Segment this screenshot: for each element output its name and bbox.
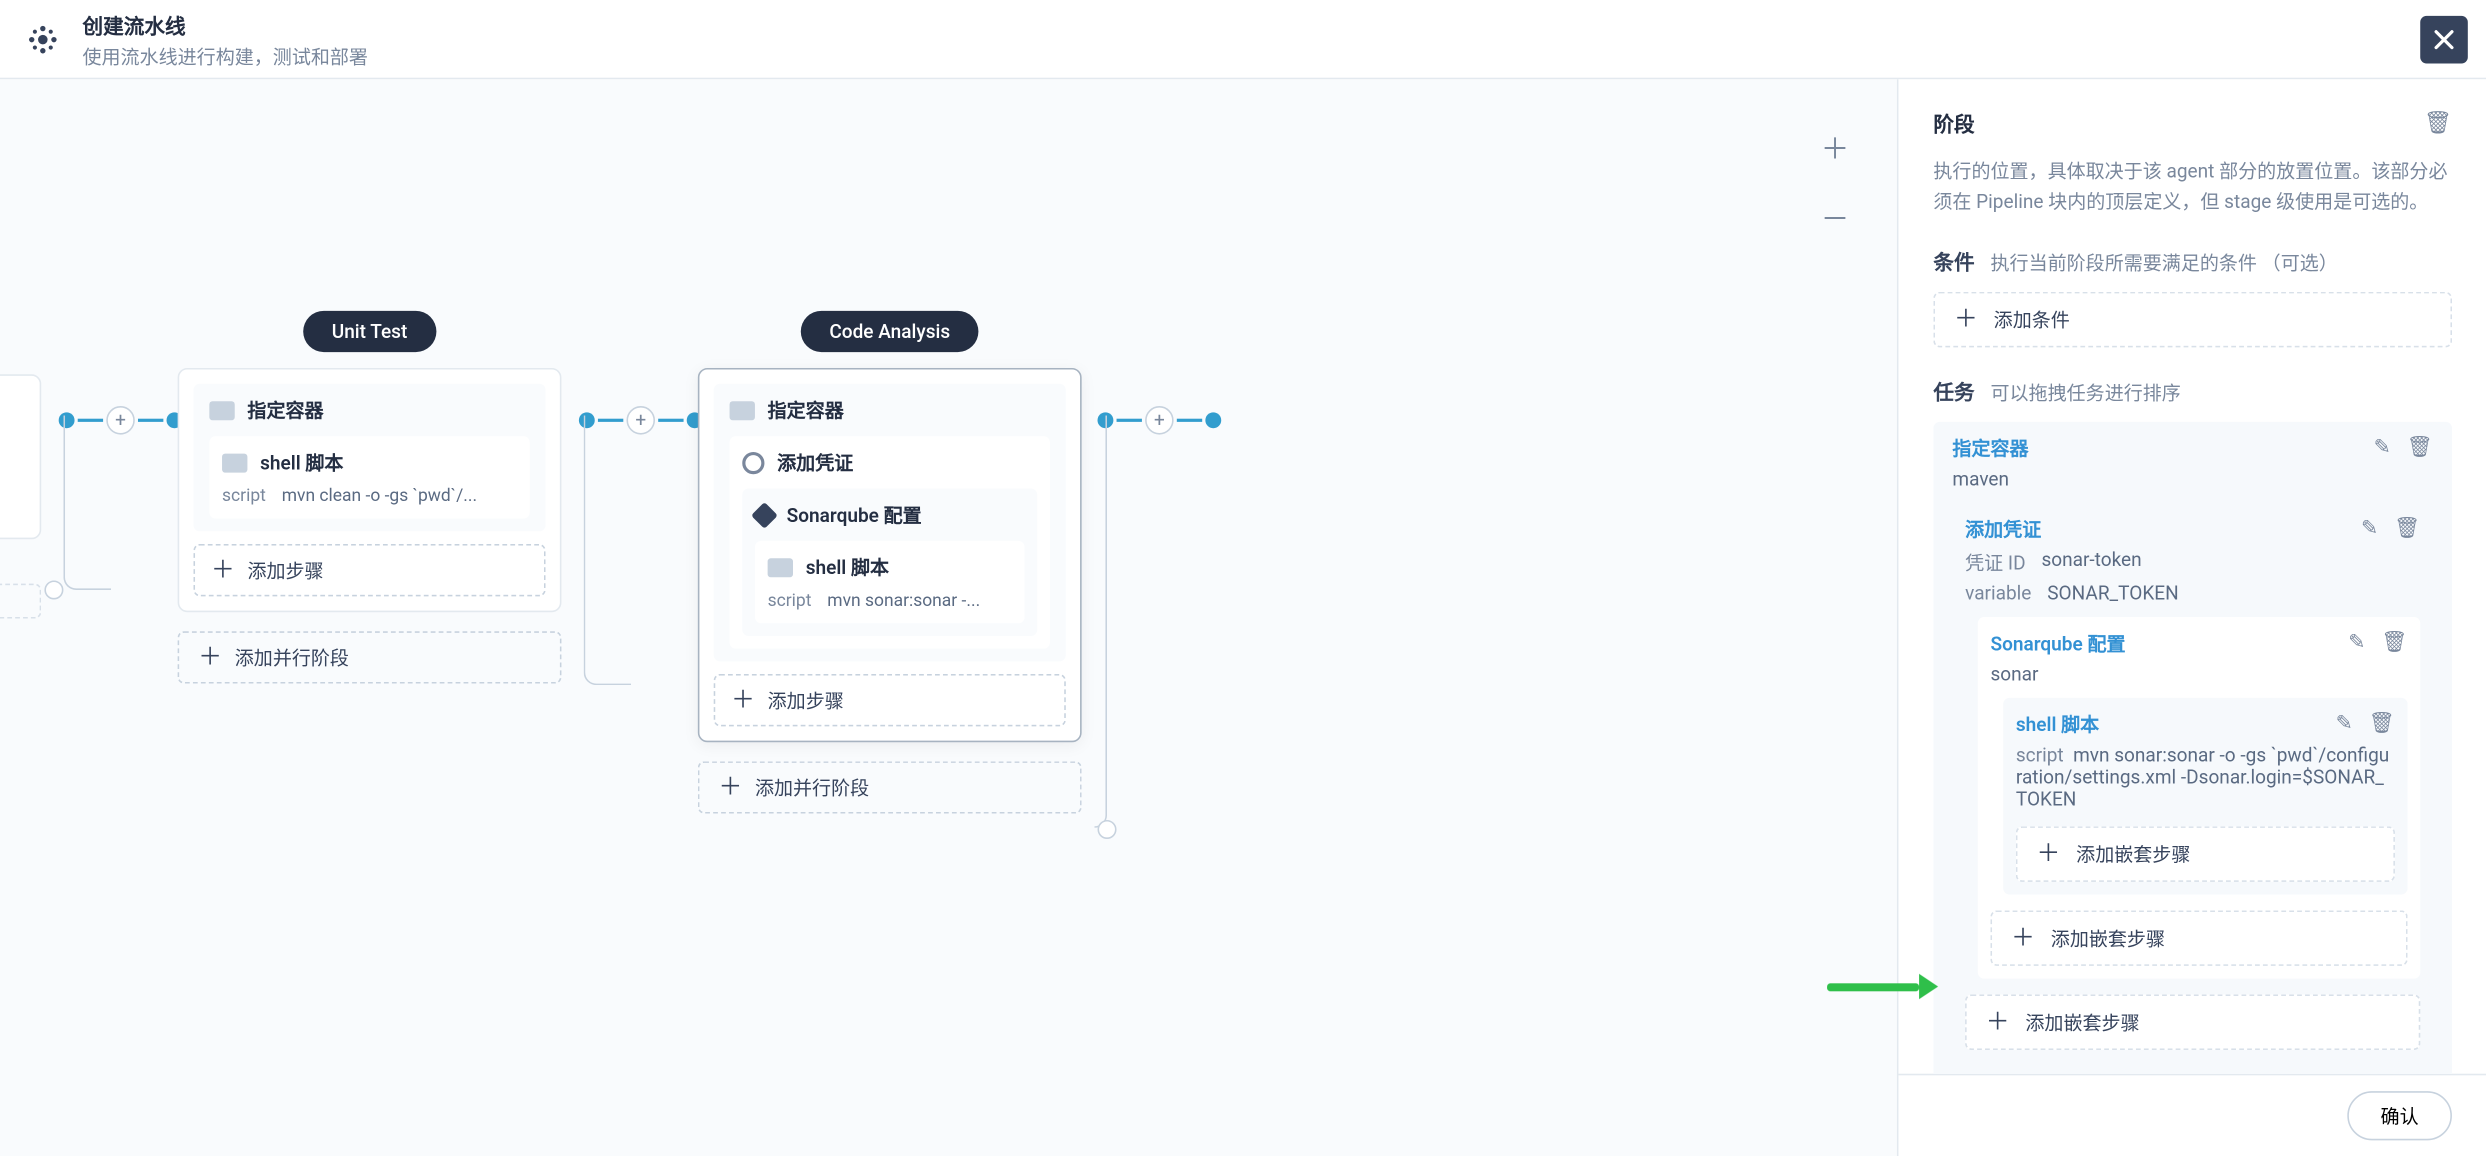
app-logo-icon	[22, 18, 63, 59]
container-icon	[730, 400, 755, 419]
add-stage-button[interactable]: +	[1145, 406, 1174, 435]
diamond-icon	[751, 501, 778, 528]
task-name-link[interactable]: shell 脚本	[2016, 711, 2099, 738]
conditions-subtitle: 执行当前阶段所需要满足的条件 （可选）	[1990, 250, 2337, 277]
add-step-button[interactable]: ＋添加步骤	[714, 674, 1066, 726]
delete-task-button[interactable]: 🗑	[2394, 518, 2420, 542]
delete-stage-button[interactable]: 🗑	[2424, 110, 2452, 135]
tasks-title: 任务	[1933, 376, 1974, 406]
key-icon	[742, 451, 764, 473]
connector-node	[44, 580, 63, 599]
pipeline-canvas[interactable]: ＋ － + Unit Test	[0, 79, 1897, 1156]
panel-description: 执行的位置，具体取决于该 agent 部分的放置位置。该部分必须在 Pipeli…	[1933, 157, 2452, 218]
add-parallel-stage-button[interactable]: ＋添加并行阶段	[178, 631, 562, 683]
connector-elbow	[63, 416, 111, 590]
page-subtitle: 使用流水线进行构建，测试和部署	[82, 42, 368, 69]
step-shell[interactable]: shell 脚本	[222, 449, 517, 476]
edit-task-button[interactable]: ✎	[2336, 713, 2353, 737]
connector: +	[1098, 406, 1222, 435]
plus-icon: ＋	[731, 688, 755, 712]
page-title: 创建流水线	[82, 9, 368, 39]
stage-stub-ghost	[0, 584, 41, 619]
connector-elbow	[1094, 416, 1107, 828]
task-item-credentials[interactable]: 添加凭证 ✎🗑 凭证 IDsonar-token variableSONAR_T…	[1965, 503, 2433, 1063]
confirm-button[interactable]: 确认	[2347, 1091, 2452, 1140]
plus-icon: ＋	[198, 646, 222, 670]
stage-card-unit-test[interactable]: 指定容器 shell 脚本 scriptmvn clean -o -gs `pw…	[178, 368, 562, 612]
edit-task-button[interactable]: ✎	[2348, 632, 2365, 656]
edit-task-button[interactable]: ✎	[2361, 518, 2378, 542]
stage-chip-unit-test[interactable]: Unit Test	[303, 311, 436, 352]
terminal-icon	[222, 453, 247, 472]
close-button[interactable]	[2420, 15, 2468, 63]
add-nested-step-button[interactable]: ＋添加嵌套步骤	[2016, 827, 2395, 883]
add-nested-step-button[interactable]: ＋添加嵌套步骤	[1965, 995, 2420, 1051]
edit-task-button[interactable]: ✎	[2374, 437, 2391, 461]
header-bar: 创建流水线 使用流水线进行构建，测试和部署	[0, 0, 2486, 79]
zoom-in-button[interactable]: ＋	[1821, 127, 1850, 168]
delete-task-button[interactable]: 🗑	[2407, 437, 2433, 461]
task-item-sonarqube[interactable]: Sonarqube 配置 ✎🗑 sonar shell 脚本 ✎🗑	[1978, 618, 2420, 980]
conditions-title: 条件	[1933, 246, 1974, 276]
panel-title: 阶段	[1933, 108, 1974, 138]
step-sonarqube[interactable]: Sonarqube 配置	[755, 501, 1025, 528]
step-shell[interactable]: shell 脚本	[768, 554, 1012, 581]
annotation-arrow	[1827, 974, 1938, 999]
task-item-shell[interactable]: shell 脚本 ✎🗑 script mvn sonar:sonar -o -g…	[2003, 698, 2407, 895]
delete-task-button[interactable]: 🗑	[2369, 713, 2395, 737]
add-step-button[interactable]: ＋添加步骤	[193, 544, 545, 596]
tasks-subtitle: 可以拖拽任务进行排序	[1990, 380, 2180, 407]
plus-icon: ＋	[1954, 308, 1978, 332]
delete-task-button[interactable]: 🗑	[2381, 632, 2407, 656]
plus-icon: ＋	[2036, 843, 2060, 867]
step-container[interactable]: 指定容器	[730, 397, 1050, 424]
task-name-link[interactable]: 指定容器	[1952, 435, 2028, 462]
task-item-container[interactable]: 指定容器 ✎🗑 maven 添加凭证 ✎🗑 凭证 IDsonar-tok	[1933, 422, 2452, 1073]
plus-icon: ＋	[2011, 927, 2035, 951]
connector-elbow	[584, 416, 632, 686]
add-nested-step-button[interactable]: ＋添加嵌套步骤	[1990, 911, 2407, 967]
add-condition-button[interactable]: ＋添加条件	[1933, 292, 2452, 348]
plus-icon: ＋	[1986, 1011, 2010, 1035]
step-credentials[interactable]: 添加凭证	[742, 449, 1037, 476]
plus-icon: ＋	[718, 776, 742, 800]
zoom-out-button[interactable]: －	[1821, 197, 1850, 238]
plus-icon: ＋	[211, 558, 235, 582]
stage-chip-code-analysis[interactable]: Code Analysis	[801, 311, 979, 352]
task-name-link[interactable]: 添加凭证	[1965, 516, 2041, 543]
step-container[interactable]: 指定容器	[209, 397, 529, 424]
connector-node	[1098, 820, 1117, 839]
terminal-icon	[768, 557, 793, 576]
add-parallel-stage-button[interactable]: ＋添加并行阶段	[698, 761, 1082, 813]
task-name-link[interactable]: Sonarqube 配置	[1990, 630, 2125, 657]
container-icon	[209, 400, 234, 419]
stage-card-code-analysis[interactable]: 指定容器 添加凭证 Sonarqube 配置 shell 脚本 scriptmv…	[698, 368, 1082, 742]
stage-card-stub[interactable]	[0, 374, 41, 539]
task-list: 指定容器 ✎🗑 maven 添加凭证 ✎🗑 凭证 IDsonar-tok	[1933, 422, 2452, 1073]
